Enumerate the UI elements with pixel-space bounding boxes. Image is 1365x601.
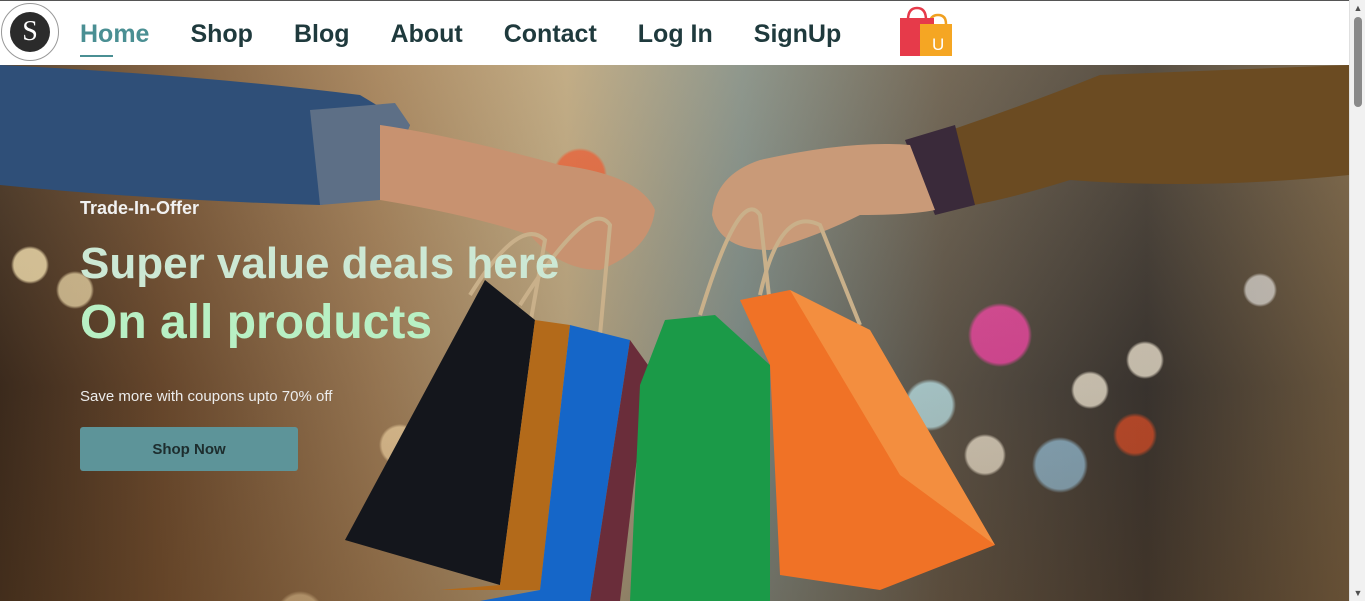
page-scrollbar[interactable]: ▲ ▼: [1349, 0, 1365, 601]
nav-shop[interactable]: Shop: [190, 19, 253, 49]
hero-banner: Trade-In-Offer Super value deals here On…: [0, 65, 1349, 601]
shop-now-button[interactable]: Shop Now: [80, 427, 298, 471]
logo-letter: S: [10, 12, 50, 52]
scroll-thumb[interactable]: [1354, 17, 1362, 107]
nav-blog[interactable]: Blog: [294, 19, 350, 49]
scroll-down-arrow-icon[interactable]: ▼: [1350, 585, 1365, 601]
nav-signup[interactable]: SignUp: [754, 19, 842, 49]
hero-headline-primary: Super value deals here: [80, 239, 560, 288]
site-header: S Home Shop Blog About Contact Log In Si…: [0, 0, 1349, 65]
site-logo[interactable]: S: [1, 3, 59, 61]
hero-subtext: Save more with coupons upto 70% off: [80, 388, 333, 405]
hero-headline-secondary: On all products: [80, 296, 433, 349]
nav-about[interactable]: About: [391, 19, 463, 49]
nav-contact[interactable]: Contact: [504, 19, 597, 49]
shopping-bag-icon[interactable]: U: [898, 6, 954, 58]
cart-icon-letter: U: [932, 35, 944, 54]
nav-login[interactable]: Log In: [638, 19, 713, 49]
nav-home[interactable]: Home: [80, 19, 149, 57]
main-nav: Home Shop Blog About Contact Log In Sign…: [80, 1, 882, 66]
offer-tag: Trade-In-Offer: [80, 198, 200, 218]
scroll-up-arrow-icon[interactable]: ▲: [1350, 0, 1365, 16]
page-viewport: S Home Shop Blog About Contact Log In Si…: [0, 0, 1349, 601]
